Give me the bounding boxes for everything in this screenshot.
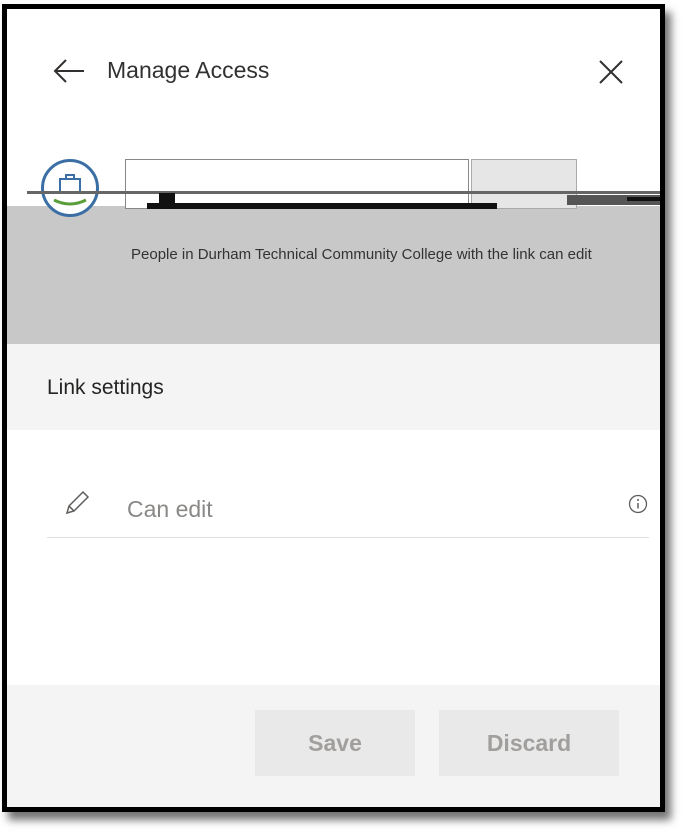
- link-settings-header: Link settings: [7, 344, 660, 430]
- panel-title: Manage Access: [107, 57, 270, 83]
- sharing-link-card: People in Durham Technical Community Col…: [7, 151, 660, 344]
- close-icon: [599, 60, 623, 84]
- permission-dropdown[interactable]: Can edit: [47, 481, 649, 538]
- redacted-link-text: [27, 191, 660, 209]
- panel-footer: Save Discard: [7, 685, 660, 807]
- discard-button[interactable]: Discard: [439, 710, 619, 776]
- close-button[interactable]: [596, 57, 626, 87]
- link-card-background: [7, 206, 660, 344]
- info-icon: [628, 494, 648, 514]
- pencil-icon: [65, 490, 90, 515]
- permission-label: Can edit: [127, 496, 213, 522]
- back-button[interactable]: [51, 53, 87, 89]
- manage-access-panel: Manage Access People in Durham Technical…: [2, 4, 665, 812]
- info-button[interactable]: [627, 493, 649, 515]
- link-permission-description: People in Durham Technical Community Col…: [131, 246, 592, 263]
- save-button[interactable]: Save: [255, 710, 415, 776]
- arrow-left-icon: [53, 59, 84, 83]
- link-settings-title: Link settings: [47, 376, 164, 399]
- panel-header: Manage Access: [7, 9, 660, 129]
